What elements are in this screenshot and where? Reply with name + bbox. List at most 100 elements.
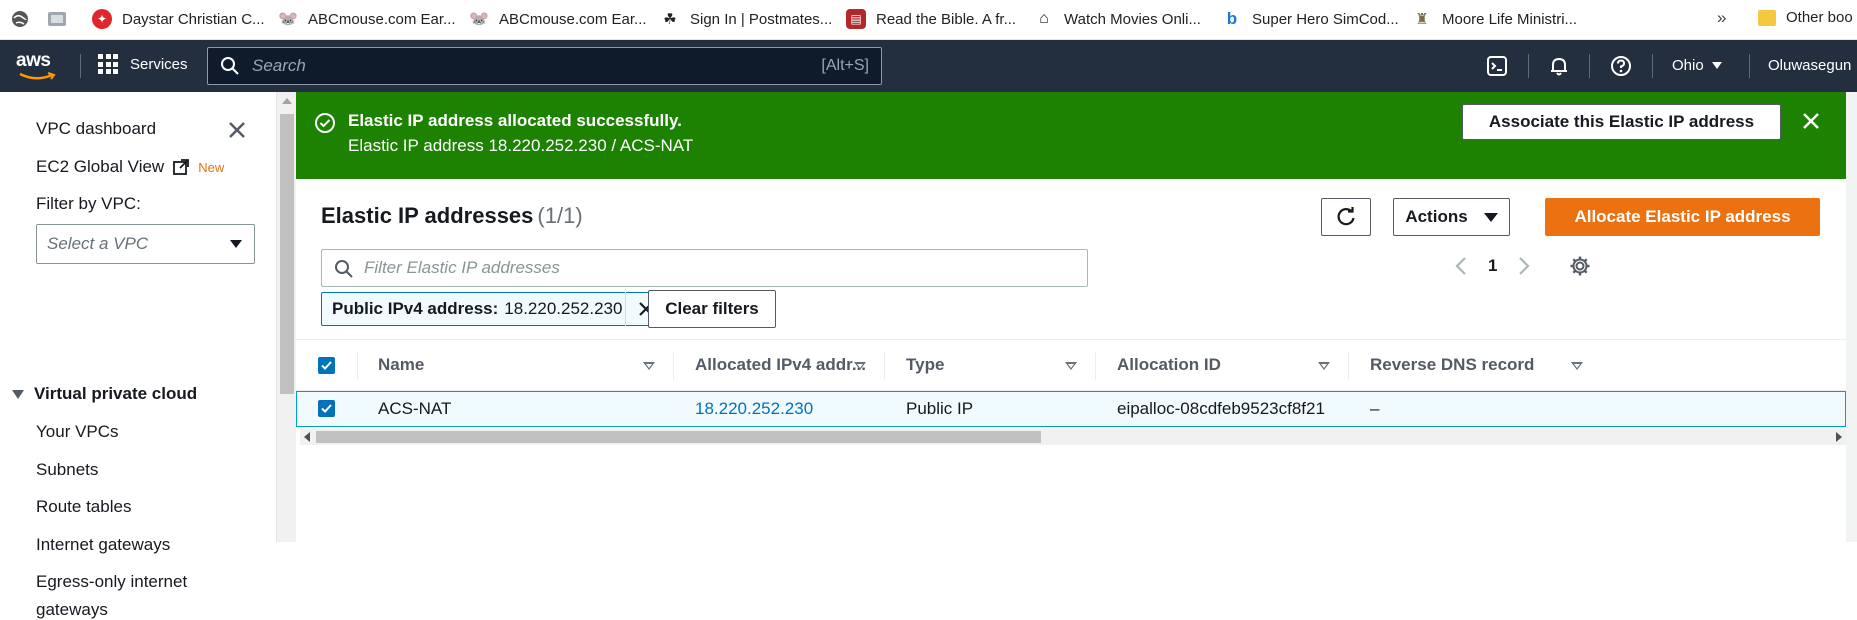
column-header-allocation-id[interactable]: Allocation ID <box>1117 355 1221 375</box>
bookmark-daystar[interactable]: ✦ Daystar Christian C... <box>92 9 265 29</box>
close-icon[interactable] <box>226 119 252 145</box>
region-selector[interactable]: Ohio <box>1672 57 1722 74</box>
account-menu[interactable]: Oluwasegun <box>1768 57 1851 74</box>
filter-token-key: Public IPv4 address: <box>332 299 499 318</box>
gear-icon[interactable] <box>1569 255 1591 277</box>
row-checkbox[interactable] <box>318 400 335 417</box>
refresh-button[interactable] <box>1321 198 1371 236</box>
bookmark-bible[interactable]: ▤ Read the Bible. A fr... <box>846 9 1016 29</box>
select-all-checkbox[interactable] <box>318 357 335 374</box>
bing-icon: b <box>1222 9 1242 29</box>
scrollbar-thumb[interactable] <box>316 431 1041 443</box>
external-link-icon <box>173 159 190 175</box>
chevron-right-icon[interactable] <box>1517 256 1531 276</box>
actions-dropdown[interactable]: Actions <box>1393 198 1510 236</box>
close-icon[interactable] <box>1800 110 1824 134</box>
clear-filters-button[interactable]: Clear filters <box>648 290 776 328</box>
bookmark-superhero[interactable]: b Super Hero SimCod... <box>1222 9 1399 29</box>
sidebar-item-your-vpcs[interactable]: Your VPCs <box>36 422 119 442</box>
bookmark-label: Moore Life Ministri... <box>1442 10 1578 28</box>
column-divider <box>1095 352 1096 380</box>
sidebar-item-route-tables[interactable]: Route tables <box>36 497 131 517</box>
other-bookmarks[interactable]: Other boo <box>1758 9 1853 26</box>
filter-by-vpc-label: Filter by VPC: <box>36 194 141 213</box>
divider <box>1528 54 1529 78</box>
sort-icon[interactable] <box>1065 362 1077 370</box>
flash-title: Elastic IP address allocated successfull… <box>348 111 682 130</box>
services-menu[interactable]: Services <box>98 54 188 74</box>
bookmark-postmates[interactable]: ☘ Sign In | Postmates... <box>660 9 832 29</box>
region-label: Ohio <box>1672 57 1704 74</box>
sort-icon[interactable] <box>854 362 866 370</box>
page-title-text: Elastic IP addresses <box>321 203 534 228</box>
sidebar: VPC dashboard EC2 Global View New Filter… <box>0 92 276 619</box>
search-shortcut: [Alt+S] <box>821 57 869 74</box>
more-bookmarks-chevron[interactable]: » <box>1717 8 1726 28</box>
image-bookmark-icon[interactable] <box>46 9 68 29</box>
filter-input[interactable] <box>364 258 1064 278</box>
scrollbar-thumb[interactable] <box>280 114 294 394</box>
sort-icon[interactable] <box>1571 362 1583 370</box>
caret-down-icon <box>1711 62 1722 69</box>
globe-icon[interactable] <box>10 9 30 29</box>
page-number[interactable]: 1 <box>1488 256 1497 276</box>
vpc-select[interactable]: Select a VPC <box>36 224 255 264</box>
sidebar-item-internet-gateways[interactable]: Internet gateways <box>36 535 170 555</box>
table-horizontal-scrollbar[interactable] <box>300 429 1846 445</box>
sidebar-item-ec2-global-view[interactable]: EC2 Global View New <box>36 157 224 177</box>
column-divider <box>1348 352 1349 380</box>
other-bookmarks-label: Other boo <box>1786 9 1853 26</box>
bookmark-label: Sign In | Postmates... <box>690 10 833 28</box>
bell-icon[interactable] <box>1545 52 1573 80</box>
grid-icon <box>98 54 118 74</box>
bookmark-moore[interactable]: ♜ Moore Life Ministri... <box>1412 9 1577 29</box>
table-row[interactable]: ACS-NAT 18.220.252.230 Public IP eipallo… <box>296 391 1846 427</box>
divider <box>80 54 81 78</box>
section-virtual-private-cloud[interactable]: Virtual private cloud <box>12 384 197 404</box>
caret-down-icon <box>230 240 242 248</box>
sidebar-item-egress-only-internet[interactable]: Egress-only internet <box>36 572 187 592</box>
divider <box>1749 54 1750 78</box>
filter-bar[interactable] <box>321 249 1088 287</box>
divider <box>1589 54 1590 78</box>
search-input[interactable] <box>252 56 812 76</box>
sidebar-item-vpc-dashboard[interactable]: VPC dashboard <box>36 119 156 139</box>
cell-type: Public IP <box>906 399 974 418</box>
filter-token-value: 18.220.252.230 <box>504 299 623 318</box>
column-header-allocated-ipv4[interactable]: Allocated IPv4 addr... <box>695 355 866 375</box>
sort-icon[interactable] <box>1318 362 1330 370</box>
scroll-up-icon[interactable] <box>282 98 292 104</box>
sidebar-item-egress-only-gateways[interactable]: gateways <box>36 600 108 620</box>
cell-reverse-dns: – <box>1370 399 1380 418</box>
search-bar[interactable]: [Alt+S] <box>207 47 882 85</box>
chevron-left-icon[interactable] <box>1454 256 1468 276</box>
allocate-elastic-ip-button[interactable]: Allocate Elastic IP address <box>1545 198 1820 236</box>
associate-elastic-ip-button[interactable]: Associate this Elastic IP address <box>1462 104 1781 140</box>
aws-logo[interactable]: aws <box>16 50 62 82</box>
column-divider <box>673 352 674 380</box>
postmates-icon: ☘ <box>660 9 680 29</box>
church-icon: ♜ <box>1412 9 1432 29</box>
sort-icon[interactable] <box>643 362 655 370</box>
cloudshell-icon[interactable] <box>1483 52 1511 80</box>
scroll-right-icon[interactable] <box>1836 432 1842 442</box>
sidebar-item-subnets[interactable]: Subnets <box>36 460 98 480</box>
actions-label: Actions <box>1405 207 1468 226</box>
pagination: 1 <box>1454 255 1591 277</box>
bookmark-label: ABCmouse.com Ear... <box>308 10 456 28</box>
sidebar-scrollbar[interactable] <box>276 92 296 542</box>
bookmark-movies[interactable]: ⌂ Watch Movies Onli... <box>1034 9 1201 29</box>
column-header-reverse-dns[interactable]: Reverse DNS record <box>1370 355 1534 375</box>
bookmarks-bar: ✦ Daystar Christian C... 🐭 ABCmouse.com … <box>0 0 1857 40</box>
filter-token: Public IPv4 address: 18.220.252.230 <box>321 292 666 326</box>
bookmark-abcmouse-2[interactable]: 🐭 ABCmouse.com Ear... <box>469 9 647 29</box>
cell-ip-link[interactable]: 18.220.252.230 <box>695 399 813 419</box>
column-header-type[interactable]: Type <box>906 355 944 375</box>
search-icon <box>335 260 353 278</box>
help-icon[interactable] <box>1607 52 1635 80</box>
main-content: Elastic IP address allocated successfull… <box>296 92 1857 542</box>
bookmark-abcmouse-1[interactable]: 🐭 ABCmouse.com Ear... <box>278 9 456 29</box>
scroll-left-icon[interactable] <box>304 432 310 442</box>
column-header-name[interactable]: Name <box>378 355 424 375</box>
caret-down-icon <box>1483 212 1498 222</box>
